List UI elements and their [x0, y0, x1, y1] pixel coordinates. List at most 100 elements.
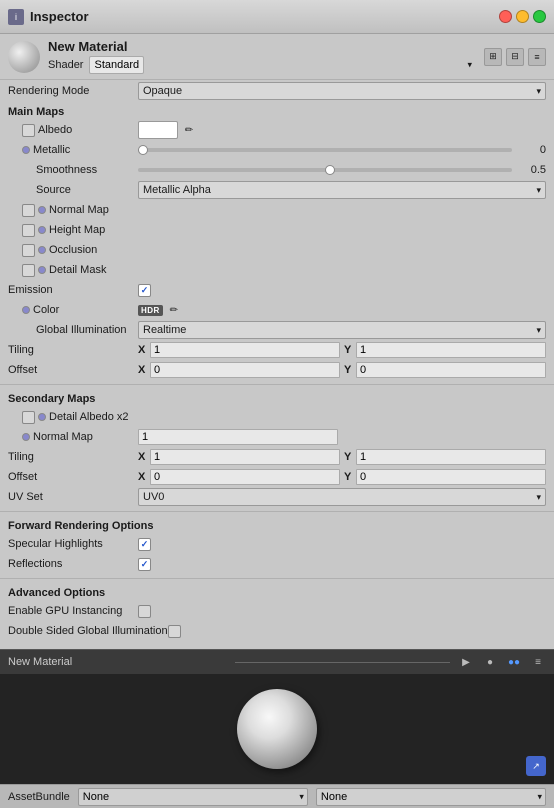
uv-set-value: UV0	[138, 488, 546, 506]
assetbundle-select1[interactable]: None	[78, 788, 308, 806]
main-offset-y-input[interactable]	[356, 362, 546, 378]
albedo-row: Albedo ✏	[0, 120, 554, 140]
maximize-button[interactable]	[533, 10, 546, 23]
object-header: New Material Shader Standard ⊞ ⊟ ≡	[0, 34, 554, 80]
occlusion-checkbox[interactable]	[22, 244, 35, 257]
detail-albedo-row: Detail Albedo x2	[0, 407, 554, 427]
main-tiling-y-input[interactable]	[356, 342, 546, 358]
sec-tiling-x-label: X	[138, 451, 148, 463]
advanced-options-header: Advanced Options	[0, 583, 554, 601]
rendering-mode-row: Rendering Mode Opaque	[0, 80, 554, 102]
emission-label: Emission	[8, 284, 138, 296]
shader-select[interactable]: Standard	[89, 56, 144, 74]
detail-mask-label-wrap: Detail Mask	[8, 264, 138, 277]
reflections-label: Reflections	[8, 558, 138, 570]
uv-set-row: UV Set UV0	[0, 487, 554, 507]
height-map-label-wrap: Height Map	[8, 224, 138, 237]
specular-row: Specular Highlights	[0, 534, 554, 554]
minimize-button[interactable]	[516, 10, 529, 23]
properties-scroll-area[interactable]: Rendering Mode Opaque Main Maps Albedo ✏	[0, 80, 554, 649]
normal-map-row: Normal Map	[0, 200, 554, 220]
main-tiling-x-field: X	[138, 342, 340, 358]
color-label: Color	[33, 304, 59, 316]
gpu-instancing-checkbox[interactable]	[138, 605, 151, 618]
layout-icon[interactable]: ⊞	[484, 48, 502, 66]
main-offset-y-field: Y	[344, 362, 546, 378]
material-preview-thumbnail	[8, 41, 40, 73]
normal-map-checkbox[interactable]	[22, 204, 35, 217]
menu-icon[interactable]: ≡	[528, 48, 546, 66]
window-controls	[499, 10, 546, 23]
smoothness-number: 0.5	[516, 164, 546, 176]
preview-sphere	[237, 689, 317, 769]
normal-map-dot[interactable]	[38, 206, 46, 214]
assetbundle-select2-wrap: None	[316, 788, 546, 806]
forward-rendering-header: Forward Rendering Options	[0, 516, 554, 534]
source-dropdown[interactable]: Metallic Alpha	[138, 181, 546, 199]
sec-offset-x-input[interactable]	[150, 469, 340, 485]
sec-normal-map-dot[interactable]	[22, 433, 30, 441]
sec-offset-y-input[interactable]	[356, 469, 546, 485]
gpu-instancing-label: Enable GPU Instancing	[8, 605, 138, 617]
inspector-window: i Inspector New Material Shader Standard…	[0, 0, 554, 808]
sec-tiling-x-input[interactable]	[150, 449, 340, 465]
object-name: New Material	[48, 39, 476, 54]
double-sided-gi-checkbox[interactable]	[168, 625, 181, 638]
detail-mask-checkbox[interactable]	[22, 264, 35, 277]
detail-albedo-checkbox[interactable]	[22, 411, 35, 424]
hdr-badge: HDR	[138, 305, 163, 316]
detail-albedo-label: Detail Albedo x2	[49, 411, 129, 423]
sec-normal-map-label-wrap: Normal Map	[8, 431, 138, 443]
height-map-dot[interactable]	[38, 226, 46, 234]
emission-checkbox[interactable]	[138, 284, 151, 297]
close-button[interactable]	[499, 10, 512, 23]
main-offset-x-input[interactable]	[150, 362, 340, 378]
assetbundle-select2[interactable]: None	[316, 788, 546, 806]
preview-header: New Material ▶ ● ●● ≡	[0, 650, 554, 674]
main-tiling-y-label: Y	[344, 344, 354, 356]
metallic-dot[interactable]	[22, 146, 30, 154]
occlusion-dot[interactable]	[38, 246, 46, 254]
sec-normal-map-input[interactable]	[138, 429, 338, 445]
double-sided-gi-value	[168, 625, 546, 638]
uv-set-dropdown[interactable]: UV0	[138, 488, 546, 506]
albedo-checkbox[interactable]	[22, 124, 35, 137]
sec-normal-map-value	[138, 429, 546, 445]
occlusion-label-wrap: Occlusion	[8, 244, 138, 257]
albedo-edit-icon[interactable]: ✏	[182, 123, 196, 137]
reflections-row: Reflections	[0, 554, 554, 574]
main-maps-header: Main Maps	[0, 102, 554, 120]
smoothness-slider[interactable]	[138, 168, 512, 172]
global-illum-dropdown[interactable]: Realtime	[138, 321, 546, 339]
sec-tiling-y-input[interactable]	[356, 449, 546, 465]
emission-row: Emission	[0, 280, 554, 300]
rendering-mode-label: Rendering Mode	[8, 85, 138, 97]
albedo-label: Albedo	[38, 124, 72, 136]
color-value: HDR ✏	[138, 303, 546, 317]
expand-icon[interactable]: ⊟	[506, 48, 524, 66]
preview-corner-button[interactable]: ↗	[526, 756, 546, 776]
title-bar: i Inspector	[0, 0, 554, 34]
occlusion-label: Occlusion	[49, 244, 97, 256]
specular-checkbox[interactable]	[138, 538, 151, 551]
preview-dot2-btn[interactable]: ●●	[506, 654, 522, 670]
metallic-slider[interactable]	[138, 148, 512, 152]
reflections-checkbox[interactable]	[138, 558, 151, 571]
color-edit-icon[interactable]: ✏	[167, 303, 181, 317]
color-row: Color HDR ✏	[0, 300, 554, 320]
normal-map-label-wrap: Normal Map	[8, 204, 138, 217]
preview-menu-btn[interactable]: ≡	[530, 654, 546, 670]
height-map-checkbox[interactable]	[22, 224, 35, 237]
detail-mask-dot[interactable]	[38, 266, 46, 274]
detail-albedo-dot[interactable]	[38, 413, 46, 421]
preview-dot1-btn[interactable]: ●	[482, 654, 498, 670]
sec-tiling-y-label: Y	[344, 451, 354, 463]
main-tiling-x-input[interactable]	[150, 342, 340, 358]
albedo-color-swatch[interactable]	[138, 121, 178, 139]
color-dot[interactable]	[22, 306, 30, 314]
rendering-mode-dropdown[interactable]: Opaque	[138, 82, 546, 100]
gpu-instancing-row: Enable GPU Instancing	[0, 601, 554, 621]
preview-play-btn[interactable]: ▶	[458, 654, 474, 670]
shader-label: Shader	[48, 59, 83, 71]
assetbundle-bar: AssetBundle None None	[0, 784, 554, 808]
